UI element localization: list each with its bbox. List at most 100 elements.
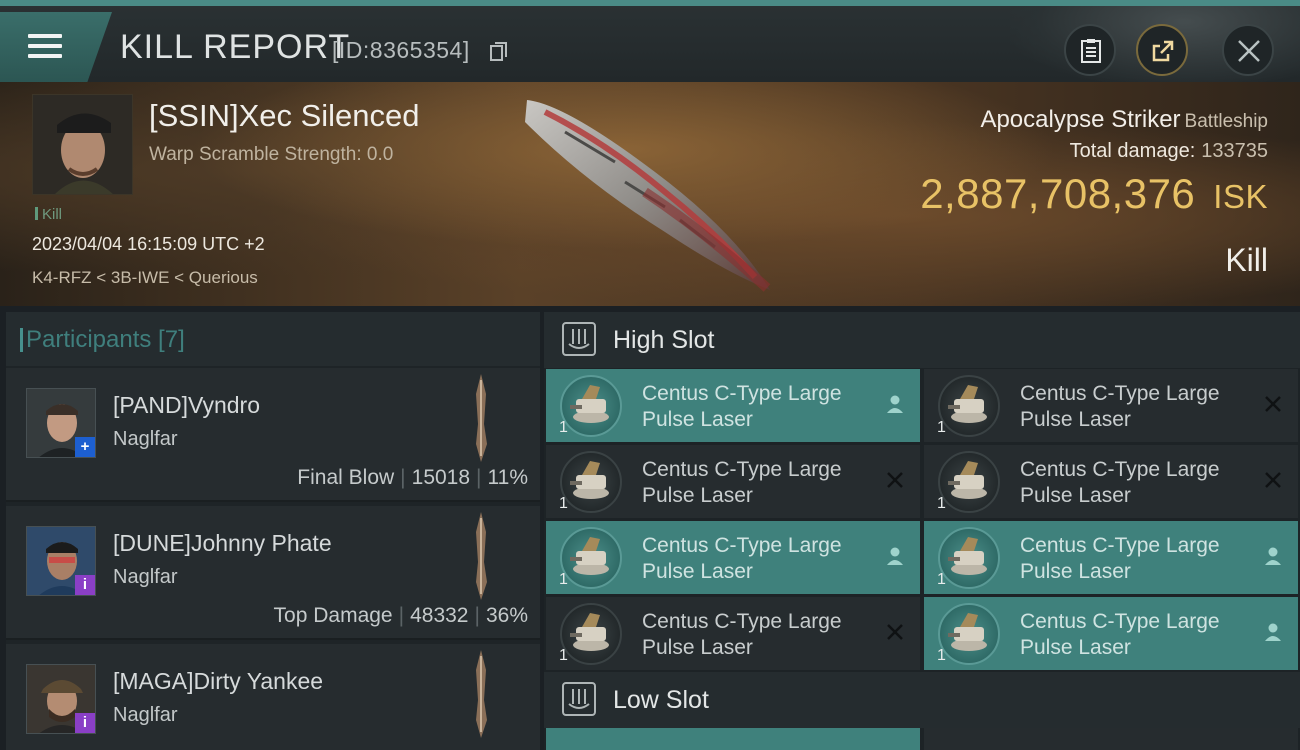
module-quantity: 1 [937,419,946,436]
module-name: Centus C-Type Large Pulse Laser [642,534,842,583]
clipboard-icon [1081,39,1101,63]
pulse-laser-icon [938,375,1000,437]
participant-row[interactable]: i [MAGA]Dirty Yankee Naglfar [6,644,540,750]
header-bar: KILL REPORT [ID:8365354] [0,0,1300,86]
victim-name[interactable]: [SSIN]Xec Silenced [149,98,420,134]
participant-percent: 36% [485,604,528,627]
participant-percent: 11% [487,466,528,489]
low-slot-item-partial[interactable] [924,728,1298,750]
high-slot-icon [562,322,596,356]
participant-row[interactable]: i [DUNE]Johnny Phate Naglfar Top Damage |… [6,506,540,640]
menu-button[interactable] [0,12,112,82]
participant-ship: Naglfar [113,566,178,588]
module-slot[interactable]: 1 Centus C-Type Large Pulse Laser [546,369,920,442]
destroyed-x-icon [1265,472,1281,488]
pulse-laser-icon [560,451,622,513]
person-icon [1265,547,1281,565]
victim-ship-render [525,100,771,292]
pulse-laser-icon [560,375,622,437]
total-damage: Total damage: 133735 [1069,140,1268,162]
participants-header: Participants [7] [6,312,540,366]
low-slot-item-partial[interactable] [546,728,920,750]
module-slot[interactable]: 1 Centus C-Type Large Pulse Laser [924,597,1298,670]
participant-name[interactable]: [DUNE]Johnny Phate [113,530,332,557]
module-name: Centus C-Type Large Pulse Laser [1020,610,1220,659]
participant-role: Final Blow [297,466,395,489]
pulse-laser-icon [560,603,622,665]
info-badge-icon: i [75,713,95,733]
page-title: KILL REPORT [120,28,351,66]
victim-banner: [SSIN]Xec Silenced Warp Scramble Strengt… [0,82,1300,306]
warp-scramble-strength: Warp Scramble Strength: 0.0 [149,144,394,165]
destroyed-x-icon [1265,396,1281,412]
naglfar-ship-icon [476,512,487,600]
participant-role: Top Damage [273,604,393,627]
info-badge-icon: i [75,575,95,595]
ship-class: Battleship [1184,111,1268,132]
share-button[interactable] [1136,24,1188,76]
person-icon [887,547,903,565]
module-quantity: 1 [559,647,568,664]
destroyed-x-icon [887,624,903,640]
result-label: Kill [1225,242,1268,278]
total-damage-value: 133735 [1201,140,1268,162]
pulse-laser-icon [560,527,622,589]
menu-icon [28,34,62,60]
naglfar-ship-icon [476,374,487,462]
plus-badge-icon: + [75,437,95,457]
participant-stats: Final Blow | 15018 | 11% [297,466,528,489]
kill-tag: Kill [35,206,62,223]
module-quantity: 1 [937,495,946,512]
participant-stats: Top Damage | 48332 | 36% [273,604,528,627]
module-name: Centus C-Type Large Pulse Laser [1020,382,1220,431]
module-quantity: 1 [937,571,946,588]
close-button[interactable] [1222,24,1274,76]
module-name: Centus C-Type Large Pulse Laser [642,458,842,507]
participant-damage: 15018 [411,466,471,489]
module-slot[interactable]: 1 Centus C-Type Large Pulse Laser [924,445,1298,518]
participant-row[interactable]: + [PAND]Vyndro Naglfar Final Blow | 15018 |… [6,368,540,502]
low-slot-header: Low Slot [544,672,1300,728]
victim-avatar [33,95,132,194]
pulse-laser-icon [938,527,1000,589]
victim-ship[interactable]: Apocalypse Striker Battleship [980,106,1268,134]
isk-unit: ISK [1213,178,1268,215]
person-icon [887,395,903,413]
module-quantity: 1 [559,419,568,436]
copy-icon[interactable] [490,42,508,62]
high-slot-header: High Slot [544,312,1300,368]
module-slot[interactable]: 1 Centus C-Type Large Pulse Laser [546,597,920,670]
pulse-laser-icon [938,451,1000,513]
low-slot-title: Low Slot [613,686,709,714]
participants-panel: Participants [7] + [PAND]Vyndro Naglfar … [6,312,540,750]
module-slot[interactable]: 1 Centus C-Type Large Pulse Laser [546,521,920,594]
fitting-panel: High Slot 1 Centus C-Type Large Pulse Las… [544,312,1300,750]
victim-portrait[interactable] [32,94,133,195]
participant-ship: Naglfar [113,428,178,450]
report-id: [ID:8365354] [332,37,470,63]
share-icon [1152,40,1174,62]
high-slot-title: High Slot [613,326,715,354]
participant-ship: Naglfar [113,704,178,726]
module-name: Centus C-Type Large Pulse Laser [642,382,842,431]
clipboard-button[interactable] [1064,24,1116,76]
person-icon [1265,623,1281,641]
pulse-laser-icon [938,603,1000,665]
participant-name[interactable]: [MAGA]Dirty Yankee [113,668,323,695]
participant-name[interactable]: [PAND]Vyndro [113,392,260,419]
module-slot[interactable]: 1 Centus C-Type Large Pulse Laser [924,369,1298,442]
participant-damage: 48332 [410,604,469,627]
isk-value: 2,887,708,376 ISK [920,170,1268,217]
module-slot[interactable]: 1 Centus C-Type Large Pulse Laser [546,445,920,518]
participant-avatar: + [26,388,96,458]
close-icon [1238,40,1260,62]
naglfar-ship-icon [476,650,487,738]
module-quantity: 1 [559,495,568,512]
destroyed-x-icon [887,472,903,488]
module-name: Centus C-Type Large Pulse Laser [1020,534,1220,583]
participant-avatar: i [26,526,96,596]
kill-location[interactable]: K4-RFZ < 3B-IWE < Querious [32,268,258,288]
low-slot-icon [562,682,596,716]
module-slot[interactable]: 1 Centus C-Type Large Pulse Laser [924,521,1298,594]
kill-datetime: 2023/04/04 16:15:09 UTC +2 [32,234,265,254]
